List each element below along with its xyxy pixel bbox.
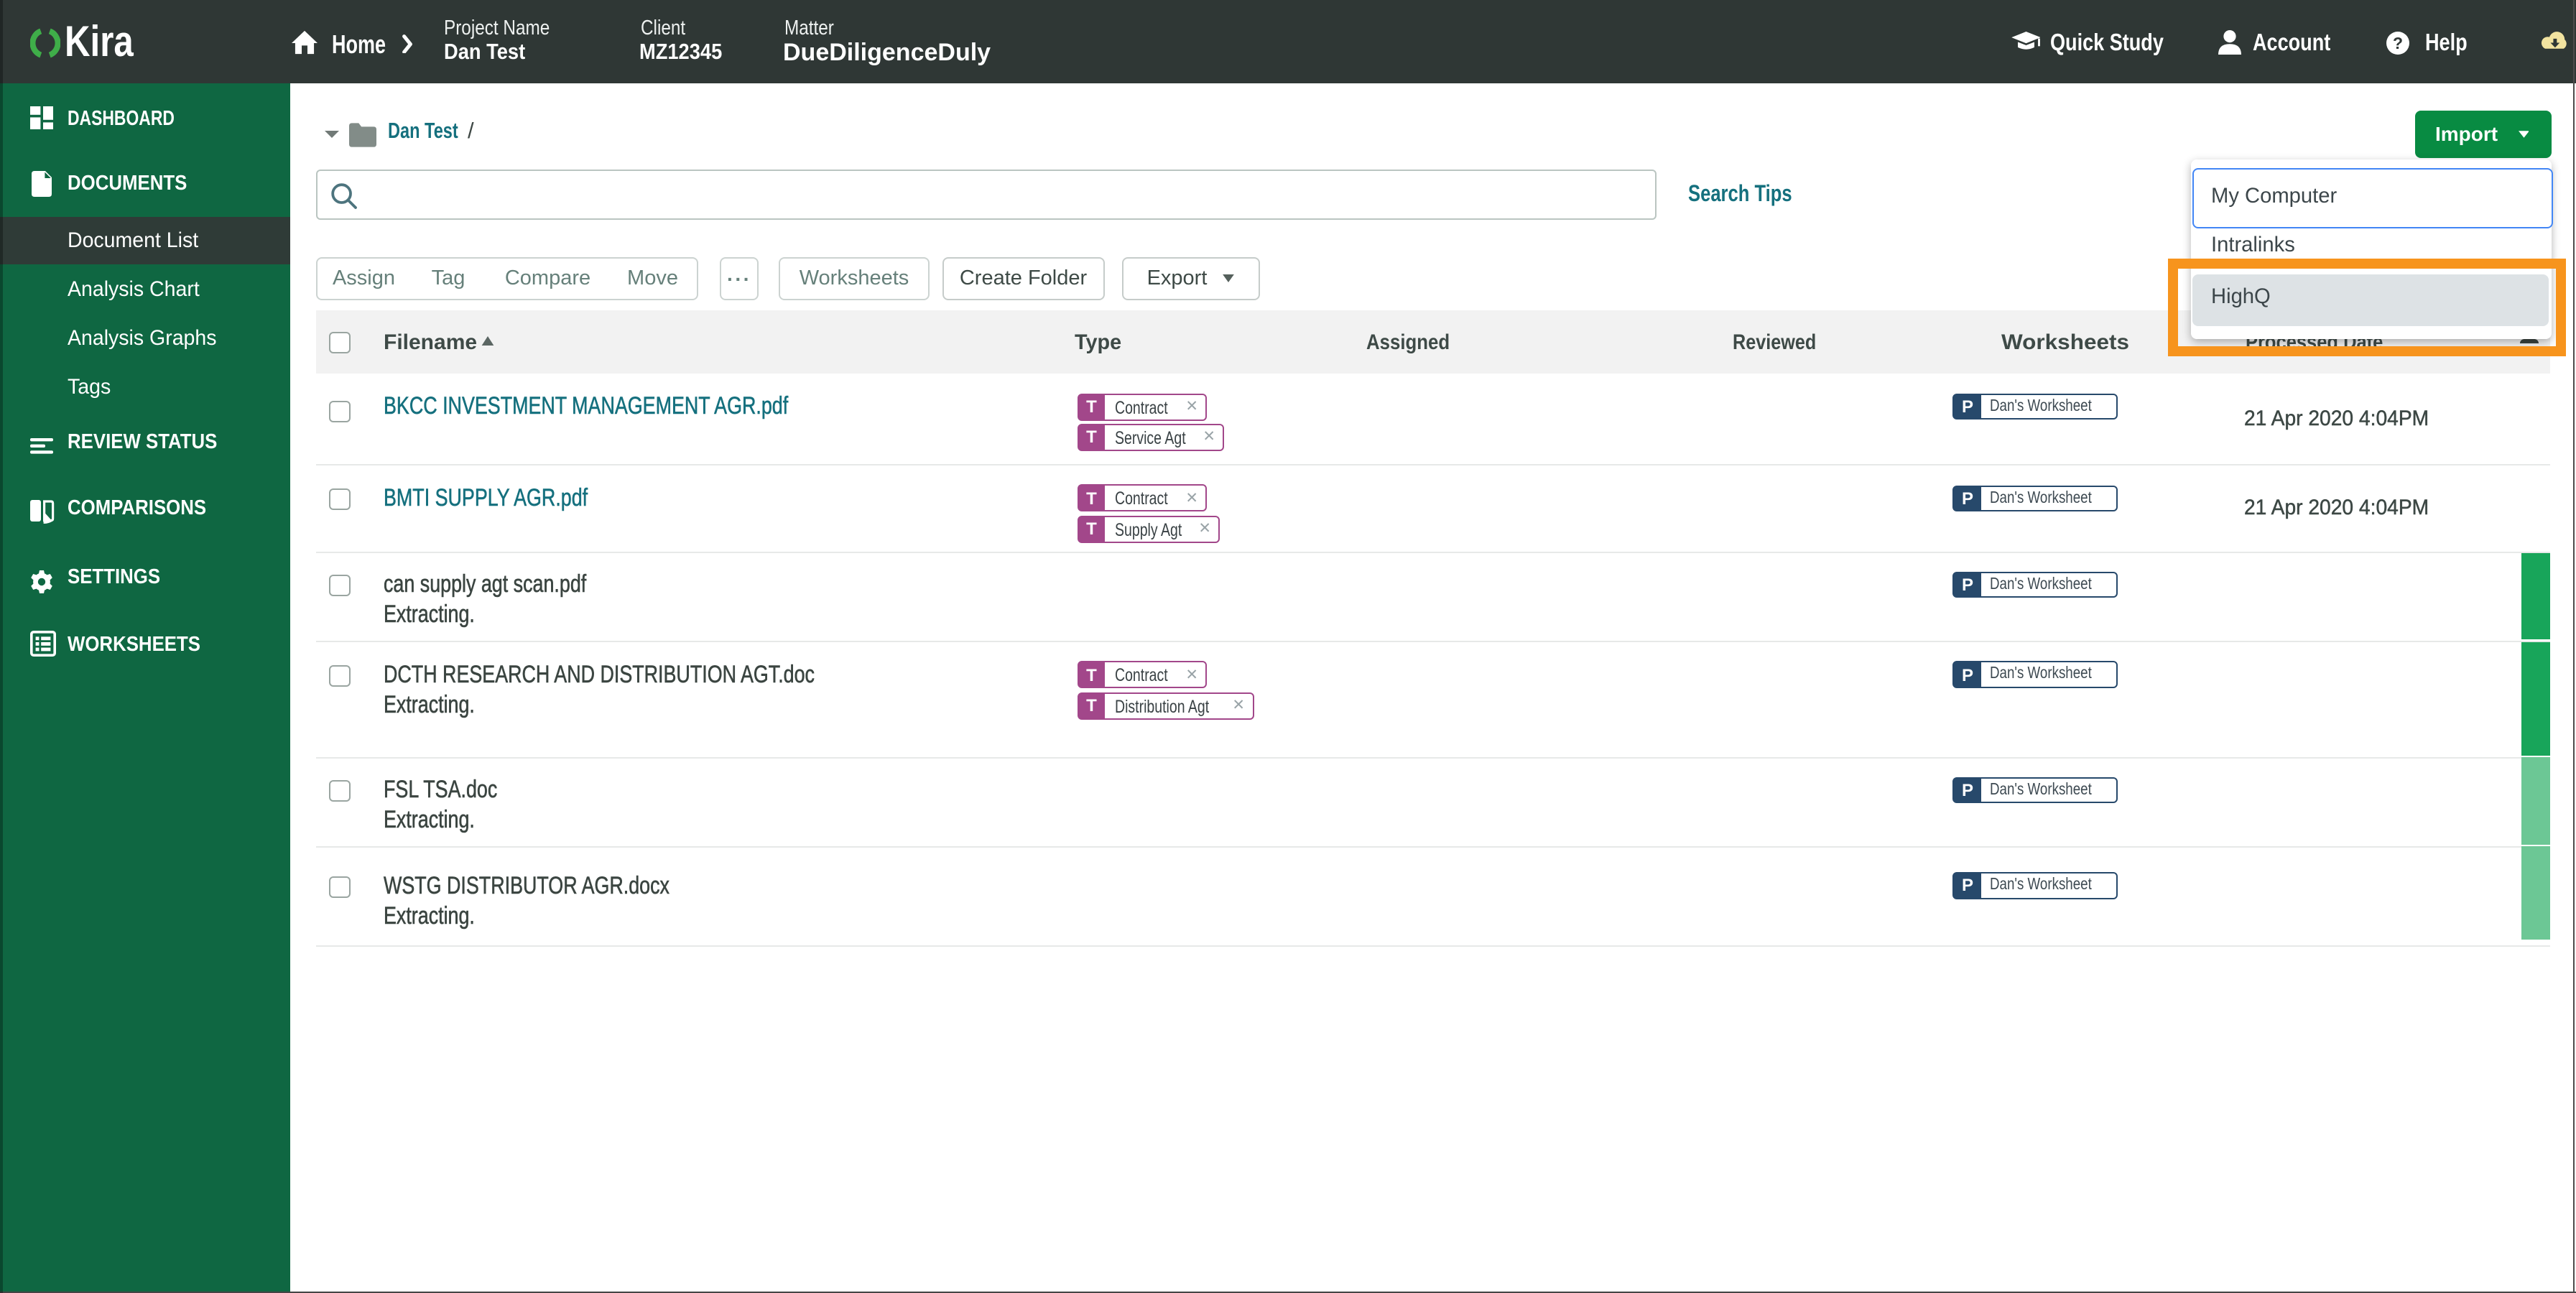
svg-text:?: ? [2392, 33, 2402, 52]
